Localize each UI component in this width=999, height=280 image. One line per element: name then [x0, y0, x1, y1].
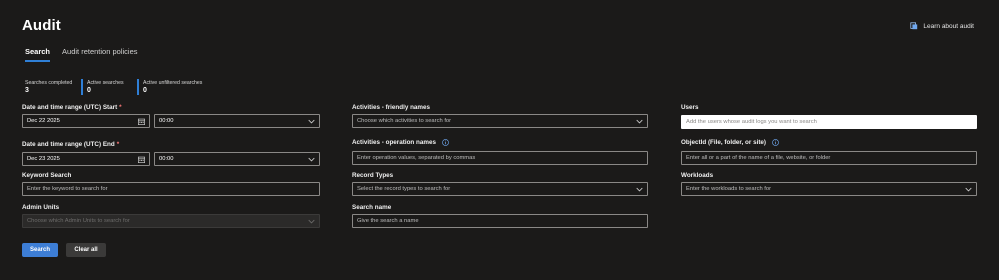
documentation-icon — [910, 22, 918, 30]
admin-units-label: Admin Units — [22, 204, 60, 211]
start-time-select[interactable]: 00:00 — [154, 114, 320, 128]
workloads-label: Workloads — [681, 172, 714, 179]
stat-active-searches: Active searches 0 — [81, 79, 131, 95]
search-stats: Searches completed 3 Active searches 0 A… — [25, 79, 202, 95]
activities-friendly-label: Activities - friendly names — [352, 104, 431, 111]
search-name-label: Search name — [352, 204, 392, 211]
activities-ops-input[interactable]: Enter operation values, separated by com… — [352, 151, 648, 165]
workloads-placeholder: Enter the workloads to search for — [686, 186, 772, 192]
chevron-down-icon — [308, 119, 315, 123]
end-time-value: 00:00 — [159, 156, 174, 162]
workloads-select[interactable]: Enter the workloads to search for — [681, 182, 977, 196]
chevron-down-icon — [636, 187, 643, 191]
info-icon[interactable] — [441, 139, 449, 146]
keyword-search-label: Keyword Search — [22, 172, 72, 179]
chevron-down-icon — [965, 187, 972, 191]
stat-searches-completed: Searches completed 3 — [25, 79, 75, 95]
end-date-label: Date and time range (UTC) End * — [22, 141, 119, 148]
calendar-icon[interactable] — [138, 118, 145, 125]
end-date-label-text: Date and time range (UTC) End — [22, 141, 115, 148]
learn-link-label: Learn about audit — [923, 22, 974, 30]
keyword-search-input[interactable]: Enter the keyword to search for — [22, 182, 320, 196]
stat-value: 0 — [143, 87, 147, 94]
start-date-value: Dec 22 2025 — [27, 118, 60, 124]
objectid-label: ObjectId (File, folder, or site) — [681, 139, 779, 146]
objectid-input[interactable]: Enter all or a part of the name of a fil… — [681, 151, 977, 165]
activities-ops-label-text: Activities - operation names — [352, 139, 436, 147]
search-name-input[interactable]: Give the search a name — [352, 214, 648, 228]
users-label: Users — [681, 104, 699, 111]
info-icon[interactable] — [771, 139, 779, 146]
end-time-select[interactable]: 00:00 — [154, 152, 320, 166]
record-types-label: Record Types — [352, 172, 394, 179]
end-date-input[interactable]: Dec 23 2025 — [22, 152, 150, 166]
clear-all-button[interactable]: Clear all — [66, 243, 106, 257]
start-date-label-text: Date and time range (UTC) Start — [22, 104, 118, 111]
chevron-down-icon — [308, 157, 315, 161]
start-date-label: Date and time range (UTC) Start * — [22, 104, 122, 111]
record-types-select[interactable]: Select the record types to search for — [352, 182, 648, 196]
stat-label: Active searches — [87, 80, 124, 86]
chevron-down-icon — [636, 119, 643, 123]
objectid-label-text: ObjectId (File, folder, or site) — [681, 139, 767, 147]
activities-ops-label: Activities - operation names — [352, 139, 449, 146]
admin-units-select: Choose which Admin Units to search for — [22, 214, 320, 228]
activities-friendly-select[interactable]: Choose which activities to search for — [352, 114, 648, 128]
tab-audit-retention-policies[interactable]: Audit retention policies — [62, 47, 137, 60]
start-time-value: 00:00 — [159, 118, 174, 124]
end-date-value: Dec 23 2025 — [27, 156, 60, 162]
start-date-input[interactable]: Dec 22 2025 — [22, 114, 150, 128]
stat-value: 3 — [25, 87, 29, 94]
search-button[interactable]: Search — [22, 243, 58, 257]
tab-bar: Search Audit retention policies — [25, 47, 138, 62]
page-title: Audit — [22, 17, 61, 34]
stat-label: Searches completed — [25, 80, 73, 86]
stat-value: 0 — [87, 87, 91, 94]
required-marker: * — [119, 104, 122, 111]
stat-active-unfiltered-searches: Active unfiltered searches 0 — [137, 79, 202, 95]
tab-search[interactable]: Search — [25, 47, 51, 62]
calendar-icon[interactable] — [138, 156, 145, 163]
record-types-placeholder: Select the record types to search for — [357, 186, 451, 192]
required-marker: * — [116, 141, 120, 148]
users-input[interactable]: Add the users whose audit logs you want … — [681, 115, 977, 129]
stat-label: Active unfiltered searches — [143, 80, 203, 86]
chevron-down-icon — [308, 219, 315, 223]
admin-units-placeholder: Choose which Admin Units to search for — [27, 218, 130, 224]
learn-about-audit-link[interactable]: Learn about audit — [910, 22, 974, 30]
activities-friendly-placeholder: Choose which activities to search for — [357, 118, 452, 124]
